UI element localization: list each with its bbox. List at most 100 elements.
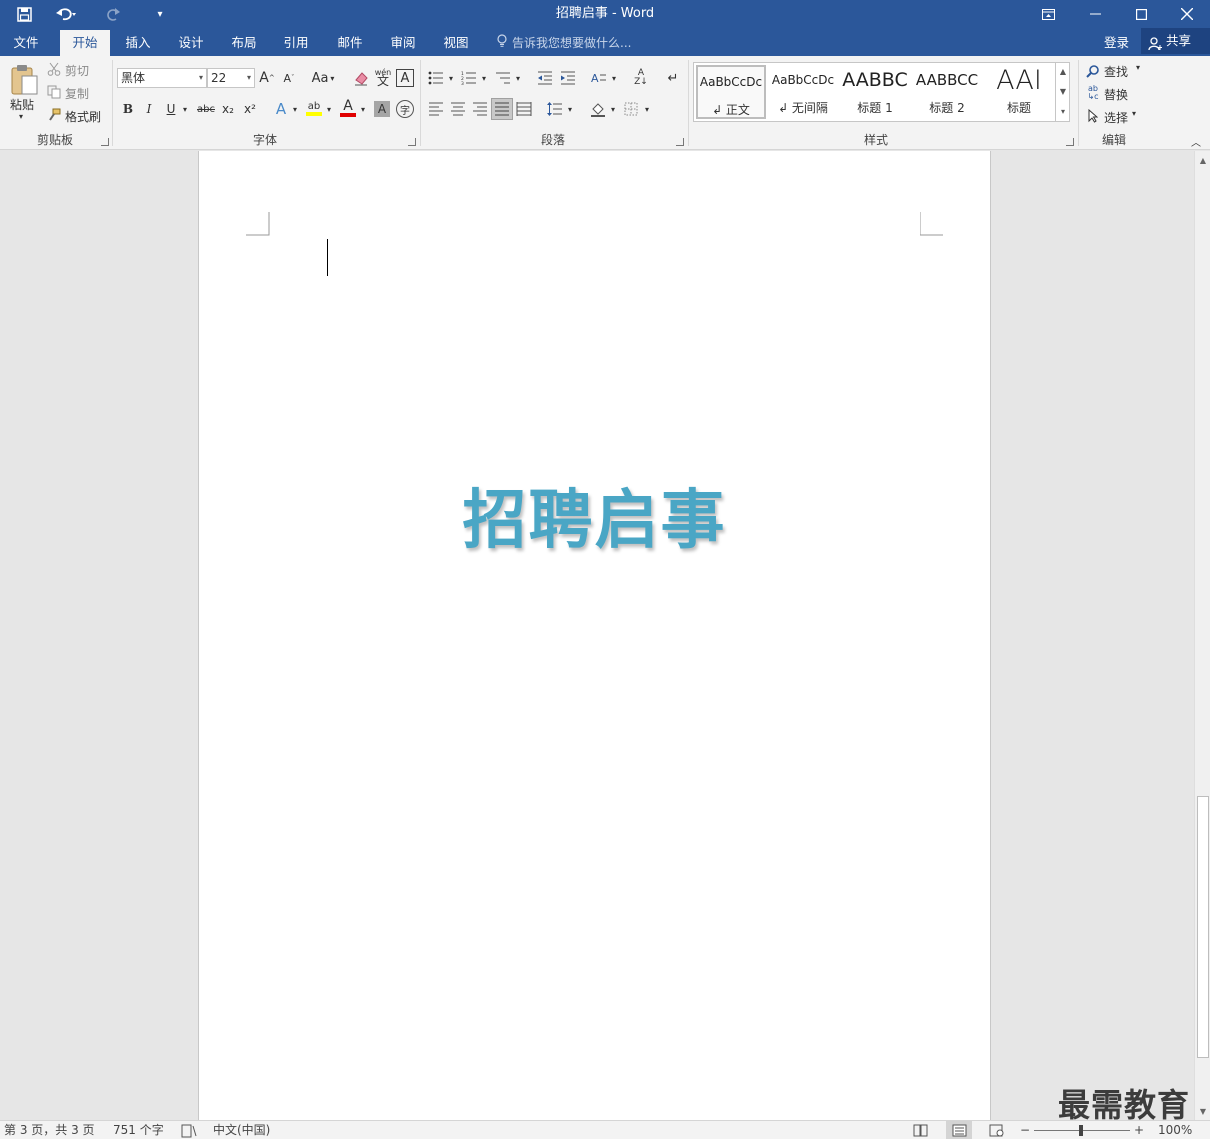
tab-mailings[interactable]: 邮件 <box>326 30 374 56</box>
style-heading-2[interactable]: AABBCC 标题 2 <box>912 65 982 119</box>
font-color-dropdown-icon[interactable]: ▾ <box>358 100 368 118</box>
distributed-icon[interactable] <box>515 100 533 118</box>
text-effects-dropdown-icon[interactable]: ▾ <box>290 100 300 118</box>
align-right-icon[interactable] <box>471 100 489 118</box>
find-dropdown-icon[interactable]: ▾ <box>1136 63 1140 72</box>
align-left-icon[interactable] <box>427 100 445 118</box>
print-layout-icon[interactable] <box>946 1121 972 1139</box>
underline-button[interactable]: U <box>163 100 179 118</box>
format-painter-label[interactable]: 格式刷 <box>65 108 101 125</box>
numbering-dropdown-icon[interactable]: ▾ <box>479 69 489 87</box>
find-icon[interactable] <box>1085 63 1101 79</box>
underline-dropdown-icon[interactable]: ▾ <box>180 100 190 118</box>
page-count[interactable]: 第 3 页，共 3 页 <box>4 1122 95 1139</box>
tab-layout[interactable]: 布局 <box>220 30 268 56</box>
maximize-icon[interactable] <box>1118 0 1164 28</box>
grow-font-icon[interactable]: A ^ <box>258 69 276 87</box>
numbering-icon[interactable]: 123 <box>460 69 478 87</box>
read-mode-icon[interactable] <box>913 1122 928 1139</box>
word-count[interactable]: 751 个字 <box>113 1122 164 1139</box>
show-hide-marks-icon[interactable]: ↵ <box>664 69 682 87</box>
phonetic-guide-icon[interactable]: wén 文 <box>374 66 392 88</box>
change-case-button[interactable]: Aa ▾ <box>308 69 338 87</box>
chevron-down-icon[interactable]: ▾ <box>247 69 251 87</box>
subscript-button[interactable]: x₂ <box>220 100 236 118</box>
italic-button[interactable]: I <box>141 100 157 118</box>
chinese-layout-dropdown-icon[interactable]: ▾ <box>609 69 619 87</box>
replace-label[interactable]: 替换 <box>1104 86 1128 103</box>
zoom-out-button[interactable]: − <box>1020 1122 1030 1139</box>
clear-formatting-icon[interactable] <box>352 69 370 87</box>
borders-icon[interactable] <box>622 100 640 118</box>
align-center-icon[interactable] <box>449 100 467 118</box>
gallery-scroll-up-icon[interactable]: ▲ <box>1056 62 1070 82</box>
font-name-combo[interactable]: 黑体 ▾ <box>117 68 207 88</box>
style-no-spacing[interactable]: AaBbCcDc ↲ 无间隔 <box>768 65 838 119</box>
tell-me-box[interactable]: 告诉我您想要做什么... <box>497 30 631 56</box>
chevron-down-icon[interactable]: ▾ <box>199 69 203 87</box>
highlight-icon[interactable]: ab <box>305 98 323 118</box>
scroll-down-icon[interactable]: ▼ <box>1195 1104 1210 1120</box>
superscript-button[interactable]: x² <box>242 100 258 118</box>
format-painter-icon[interactable] <box>46 107 62 123</box>
paste-icon[interactable] <box>8 62 40 98</box>
enclose-characters-icon[interactable]: 字 <box>396 100 414 118</box>
share-button[interactable]: 共享 <box>1141 28 1210 54</box>
shading-icon[interactable] <box>589 100 607 118</box>
web-layout-icon[interactable] <box>989 1122 1004 1139</box>
styles-launcher-icon[interactable] <box>1066 138 1074 146</box>
tab-file[interactable]: 文件 <box>0 30 52 56</box>
bullets-icon[interactable] <box>427 69 445 87</box>
scissors-icon[interactable] <box>46 61 62 77</box>
tab-references[interactable]: 引用 <box>272 30 320 56</box>
line-spacing-dropdown-icon[interactable]: ▾ <box>565 100 575 118</box>
tab-insert[interactable]: 插入 <box>114 30 162 56</box>
paragraph-launcher-icon[interactable] <box>676 138 684 146</box>
style-normal[interactable]: AaBbCcDc ↲ 正文 <box>696 65 766 119</box>
strikethrough-button[interactable]: abc <box>195 100 217 118</box>
collapse-ribbon-icon[interactable]: ︿ <box>1188 134 1204 149</box>
paste-label[interactable]: 粘贴 <box>10 96 34 113</box>
document-canvas[interactable]: 招聘启事 <box>0 151 1194 1120</box>
highlight-dropdown-icon[interactable]: ▾ <box>324 100 334 118</box>
line-spacing-icon[interactable] <box>546 100 564 118</box>
copy-icon[interactable] <box>46 84 62 100</box>
close-icon[interactable] <box>1164 0 1210 28</box>
style-heading-1[interactable]: AABBC 标题 1 <box>840 65 910 119</box>
proofing-icon[interactable] <box>181 1122 197 1139</box>
text-effects-icon[interactable]: A <box>272 100 290 118</box>
bold-button[interactable]: B <box>120 100 136 118</box>
tab-design[interactable]: 设计 <box>167 30 215 56</box>
tab-view[interactable]: 视图 <box>432 30 480 56</box>
borders-dropdown-icon[interactable]: ▾ <box>642 100 652 118</box>
style-title[interactable]: AAI 标题 <box>984 65 1054 119</box>
document-heading[interactable]: 招聘启事 <box>199 469 990 561</box>
find-label[interactable]: 查找 <box>1104 63 1128 80</box>
gallery-scroll-down-icon[interactable]: ▼ <box>1056 82 1070 102</box>
font-size-combo[interactable]: 22 ▾ <box>207 68 255 88</box>
copy-label[interactable]: 复制 <box>65 85 89 102</box>
select-cursor-icon[interactable] <box>1086 108 1100 124</box>
bullets-dropdown-icon[interactable]: ▾ <box>446 69 456 87</box>
font-color-icon[interactable]: A <box>339 98 357 118</box>
shrink-font-icon[interactable]: Aˇ <box>280 69 298 87</box>
ribbon-display-options-icon[interactable] <box>1025 0 1071 28</box>
font-launcher-icon[interactable] <box>408 138 416 146</box>
scroll-up-icon[interactable]: ▲ <box>1195 153 1210 169</box>
scrollbar-thumb[interactable] <box>1197 796 1209 1058</box>
select-label[interactable]: 选择 <box>1104 109 1128 126</box>
shading-dropdown-icon[interactable]: ▾ <box>608 100 618 118</box>
login-link[interactable]: 登录 <box>1104 30 1129 56</box>
zoom-slider-thumb[interactable] <box>1079 1125 1083 1136</box>
justify-icon[interactable] <box>491 98 513 120</box>
clipboard-launcher-icon[interactable] <box>101 138 109 146</box>
chinese-layout-icon[interactable]: A <box>590 69 608 87</box>
tab-review[interactable]: 审阅 <box>379 30 427 56</box>
paste-dropdown-icon[interactable]: ▾ <box>19 112 23 121</box>
vertical-scrollbar[interactable]: ▲ ▼ <box>1194 151 1210 1120</box>
language-indicator[interactable]: 中文(中国) <box>213 1122 270 1139</box>
replace-icon[interactable]: ab ↳c <box>1084 85 1102 101</box>
increase-indent-icon[interactable] <box>559 69 577 87</box>
character-shading-icon[interactable]: A <box>374 101 390 117</box>
multilevel-list-icon[interactable] <box>494 69 512 87</box>
